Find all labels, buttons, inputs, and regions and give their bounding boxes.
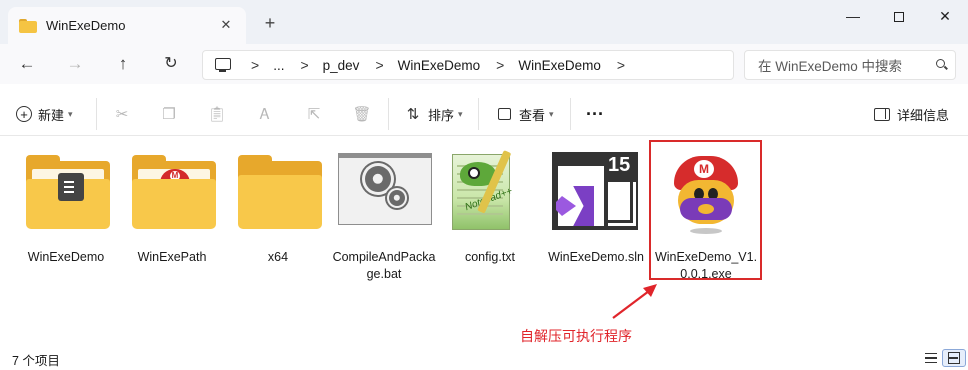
- sort-icon: ⇅: [406, 106, 420, 123]
- navigation-bar: ← → ↑ ↻ > ... > p_dev > WinExeDemo > Win…: [0, 44, 968, 84]
- breadcrumb-winexedemo-current[interactable]: WinExeDemo: [518, 58, 601, 73]
- batch-file-icon: [336, 150, 432, 238]
- details-label: 详细信息: [897, 107, 950, 123]
- list-icon: [925, 353, 937, 363]
- share-button[interactable]: ⇱: [305, 92, 323, 136]
- chevron-right-icon[interactable]: >: [375, 57, 383, 73]
- command-bar: + 新建 ▾ ✂ ❐ 📋︎ Ꭺ ⇱ 🗑︎ ⇅ 排序 ▾ 查看 ▾ ··· 详细信…: [0, 92, 968, 136]
- refresh-button[interactable]: ↻: [157, 52, 185, 76]
- annotation-label: 自解压可执行程序: [520, 328, 632, 344]
- folder-icon: [19, 18, 37, 33]
- details-pane-icon: [873, 105, 891, 123]
- item-count: 7 个项目: [12, 354, 60, 368]
- new-button[interactable]: + 新建 ▾: [16, 92, 73, 136]
- divider: [478, 98, 479, 130]
- tiles-icon: [948, 352, 960, 364]
- file-item-winexedemo-sln[interactable]: 15 WinExeDemo.sln: [544, 145, 648, 285]
- chevron-right-icon[interactable]: >: [496, 57, 504, 73]
- paste-button[interactable]: 📋︎: [207, 92, 227, 136]
- address-bar[interactable]: > ... > p_dev > WinExeDemo > WinExeDemo …: [202, 50, 734, 80]
- version-badge: 15: [608, 154, 631, 176]
- chevron-down-icon: ▾: [458, 108, 463, 119]
- search-input[interactable]: 在 WinExeDemo 中搜索: [758, 55, 931, 75]
- folder-icon: [230, 150, 326, 238]
- status-bar: 7 个项目: [0, 345, 968, 370]
- clipboard-icon: 📋︎: [207, 106, 227, 123]
- breadcrumb-p-dev[interactable]: p_dev: [323, 58, 360, 73]
- view-button[interactable]: 查看 ▾: [495, 92, 554, 136]
- file-name: config.txt: [464, 250, 516, 264]
- rename-button[interactable]: Ꭺ: [256, 92, 274, 136]
- file-name: WinExePath: [137, 250, 207, 264]
- more-options-button[interactable]: ···: [586, 92, 604, 136]
- divider: [96, 98, 97, 130]
- tiles-view-button[interactable]: [942, 349, 966, 367]
- delete-button[interactable]: 🗑︎: [352, 92, 372, 136]
- forward-button[interactable]: →: [61, 52, 89, 76]
- copy-button[interactable]: ❐: [160, 92, 178, 136]
- maximize-button[interactable]: [876, 5, 922, 27]
- copy-icon: ❐: [162, 106, 176, 123]
- chevron-right-icon[interactable]: >: [251, 57, 259, 73]
- document-icon: [58, 173, 84, 201]
- trash-icon: 🗑︎: [352, 106, 372, 123]
- visual-studio-logo-icon: [556, 186, 594, 226]
- chevron-down-icon: ▾: [68, 108, 73, 119]
- view-label: 查看: [519, 107, 546, 123]
- chevron-right-icon[interactable]: >: [617, 57, 625, 73]
- rename-icon: Ꭺ: [259, 105, 271, 123]
- search-icon[interactable]: [931, 57, 955, 73]
- folder-icon: [18, 150, 114, 238]
- title-bar: WinExeDemo ✕ + — ✕: [0, 0, 968, 44]
- close-tab-icon[interactable]: ✕: [218, 17, 234, 33]
- visual-studio-solution-icon: 15: [548, 150, 644, 238]
- cut-button[interactable]: ✂: [113, 92, 131, 136]
- divider: [388, 98, 389, 130]
- new-label: 新建: [38, 107, 65, 123]
- annotation-arrow-icon: [612, 284, 657, 319]
- share-icon: ⇱: [307, 106, 321, 123]
- divider: [570, 98, 571, 130]
- file-item-winexedemo-folder[interactable]: WinExeDemo: [14, 145, 118, 285]
- file-name: WinExeDemo.sln: [548, 250, 644, 264]
- breadcrumb-winexedemo-parent[interactable]: WinExeDemo: [398, 58, 481, 73]
- computer-icon[interactable]: [215, 58, 231, 72]
- scissors-icon: ✂: [115, 106, 129, 123]
- file-item-config-txt[interactable]: Notepad++ config.txt: [438, 145, 542, 285]
- notepad-plus-plus-icon: Notepad++: [442, 150, 538, 238]
- highlight-box: [649, 140, 762, 280]
- add-icon: +: [16, 106, 32, 122]
- details-pane-button[interactable]: 详细信息: [873, 92, 949, 136]
- up-button[interactable]: ↑: [109, 52, 137, 76]
- file-item-winexepath-folder[interactable]: WinExePath: [120, 145, 224, 285]
- sort-label: 排序: [428, 107, 455, 123]
- folder-icon: [124, 150, 220, 238]
- back-button[interactable]: ←: [13, 52, 41, 76]
- tab-winexedemo[interactable]: WinExeDemo ✕: [8, 7, 246, 44]
- chevron-down-icon: ▾: [549, 108, 554, 119]
- file-name: WinExeDemo: [27, 250, 105, 264]
- minimize-button[interactable]: —: [830, 5, 876, 27]
- file-name: CompileAndPackage.bat: [332, 250, 436, 281]
- close-window-button[interactable]: ✕: [922, 5, 968, 27]
- view-icon: [495, 105, 513, 123]
- gear-icon: [365, 166, 391, 192]
- file-item-x64-folder[interactable]: x64: [226, 145, 330, 285]
- details-view-button[interactable]: [922, 349, 940, 367]
- file-list: WinExeDemo WinExePath x64 CompileAndPack…: [0, 137, 968, 345]
- file-item-compileandpackage-bat[interactable]: CompileAndPackage.bat: [332, 145, 436, 285]
- maximize-icon: [894, 12, 904, 23]
- gear-icon: [389, 190, 405, 206]
- file-name: x64: [267, 250, 289, 264]
- sort-button[interactable]: ⇅ 排序 ▾: [404, 92, 463, 136]
- search-box[interactable]: 在 WinExeDemo 中搜索: [744, 50, 956, 80]
- chevron-right-icon[interactable]: >: [300, 57, 308, 73]
- breadcrumb-overflow[interactable]: ...: [273, 58, 284, 73]
- tab-title: WinExeDemo: [46, 18, 126, 33]
- new-tab-button[interactable]: +: [262, 14, 278, 32]
